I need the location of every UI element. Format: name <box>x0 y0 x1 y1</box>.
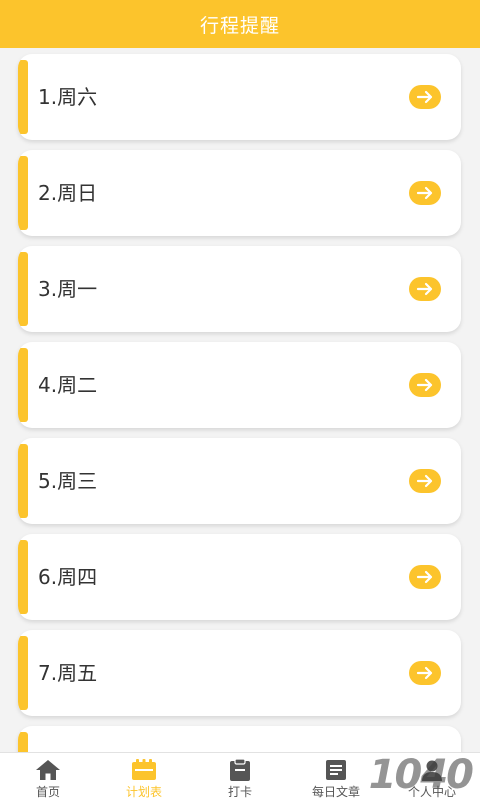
accent-bar <box>18 252 28 326</box>
schedule-list: 1.周六 2.周日 3.周一 4.周二 5.周三 6.周四 7.周五 <box>0 48 480 752</box>
arrow-right-icon[interactable] <box>409 85 441 109</box>
accent-bar <box>18 636 28 710</box>
schedule-item-friday[interactable]: 7.周五 <box>18 630 461 716</box>
accent-bar <box>18 444 28 518</box>
schedule-item-sunday[interactable]: 2.周日 <box>18 150 461 236</box>
clipboard-icon <box>226 758 254 781</box>
tab-checkin[interactable]: 打卡 <box>192 753 288 800</box>
page-title: 行程提醒 <box>199 14 280 37</box>
schedule-item-wednesday[interactable]: 5.周三 <box>18 438 461 524</box>
tab-label: 打卡 <box>227 785 252 799</box>
schedule-item-label: 3.周一 <box>38 277 98 301</box>
accent-bar <box>18 732 28 752</box>
accent-bar <box>18 156 28 230</box>
tab-label: 首页 <box>35 785 60 799</box>
user-icon <box>418 758 446 781</box>
schedule-item-label: 1.周六 <box>38 85 98 109</box>
bottom-tab-bar: 首页 计划表 打卡 每日文章 个人中心 <box>0 752 480 800</box>
accent-bar <box>18 60 28 134</box>
schedule-item-tuesday[interactable]: 4.周二 <box>18 342 461 428</box>
schedule-item-label: 4.周二 <box>38 373 98 397</box>
arrow-right-icon[interactable] <box>409 469 441 493</box>
schedule-item-saturday[interactable]: 1.周六 <box>18 54 461 140</box>
arrow-right-icon[interactable] <box>409 565 441 589</box>
arrow-right-icon[interactable] <box>409 661 441 685</box>
article-icon <box>322 758 350 781</box>
arrow-right-icon[interactable] <box>409 277 441 301</box>
home-icon <box>34 758 62 781</box>
schedule-item-label: 6.周四 <box>38 565 98 589</box>
arrow-right-icon[interactable] <box>409 181 441 205</box>
accent-bar <box>18 348 28 422</box>
arrow-right-icon[interactable] <box>409 373 441 397</box>
tab-daily-article[interactable]: 每日文章 <box>288 753 384 800</box>
tab-label: 个人中心 <box>407 785 456 799</box>
tab-home[interactable]: 首页 <box>0 753 96 800</box>
tab-label: 计划表 <box>125 785 162 799</box>
app-header: 行程提醒 <box>0 0 480 48</box>
schedule-item-label: 5.周三 <box>38 469 98 493</box>
schedule-item-label: 2.周日 <box>38 181 98 205</box>
tab-label: 每日文章 <box>311 785 360 799</box>
tab-schedule[interactable]: 计划表 <box>96 753 192 800</box>
schedule-item-partial[interactable] <box>18 726 461 752</box>
schedule-item-monday[interactable]: 3.周一 <box>18 246 461 332</box>
tab-profile[interactable]: 个人中心 <box>384 753 480 800</box>
schedule-item-label: 7.周五 <box>38 661 98 685</box>
accent-bar <box>18 540 28 614</box>
schedule-item-thursday[interactable]: 6.周四 <box>18 534 461 620</box>
calendar-icon <box>130 758 158 781</box>
